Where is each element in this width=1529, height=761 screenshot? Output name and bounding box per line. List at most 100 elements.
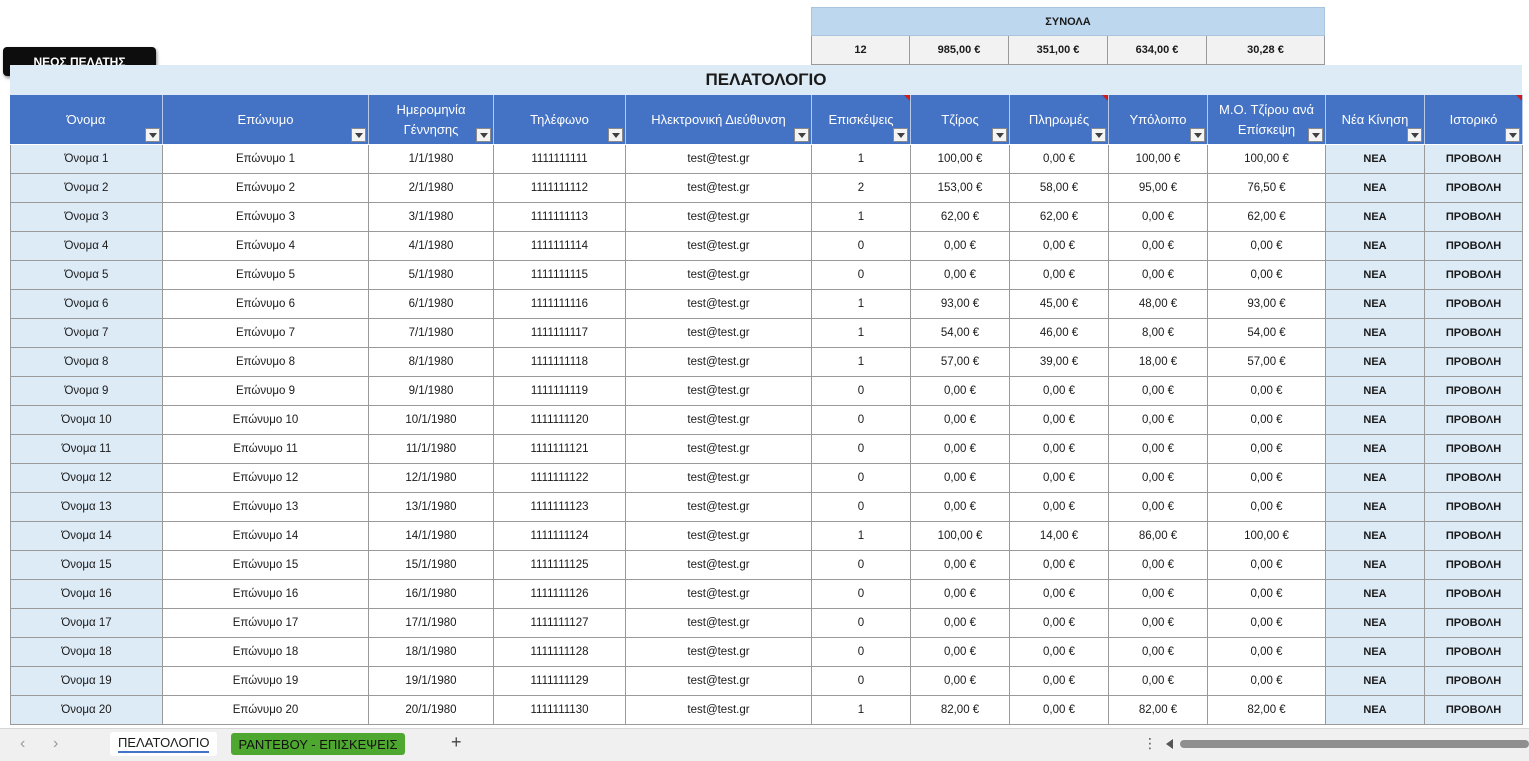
cell-first-name[interactable]: Όνομα 10	[10, 406, 163, 435]
cell-balance[interactable]: 0,00 €	[1109, 232, 1208, 261]
cell-email[interactable]: test@test.gr	[626, 493, 812, 522]
comment-indicator-icon[interactable]	[1516, 95, 1522, 101]
cell-phone[interactable]: 1111111115	[494, 261, 626, 290]
cell-first-name[interactable]: Όνομα 4	[10, 232, 163, 261]
cell-turnover[interactable]: 0,00 €	[911, 232, 1010, 261]
filter-dropdown-icon[interactable]	[1308, 128, 1323, 142]
cell-avg-turnover[interactable]: 0,00 €	[1208, 667, 1326, 696]
cell-avg-turnover[interactable]: 0,00 €	[1208, 551, 1326, 580]
cell-email[interactable]: test@test.gr	[626, 696, 812, 725]
cell-phone[interactable]: 1111111130	[494, 696, 626, 725]
cell-birth-date[interactable]: 12/1/1980	[369, 464, 494, 493]
cell-visits[interactable]: 1	[812, 522, 911, 551]
cell-balance[interactable]: 0,00 €	[1109, 203, 1208, 232]
cell-history-button[interactable]: ΠΡΟΒΟΛΗ	[1425, 609, 1523, 638]
cell-history-button[interactable]: ΠΡΟΒΟΛΗ	[1425, 319, 1523, 348]
cell-birth-date[interactable]: 2/1/1980	[369, 174, 494, 203]
cell-last-name[interactable]: Επώνυμο 14	[163, 522, 369, 551]
cell-last-name[interactable]: Επώνυμο 3	[163, 203, 369, 232]
cell-payments[interactable]: 46,00 €	[1010, 319, 1109, 348]
cell-new-entry-button[interactable]: ΝΕΑ	[1326, 203, 1425, 232]
cell-history-button[interactable]: ΠΡΟΒΟΛΗ	[1425, 203, 1523, 232]
cell-avg-turnover[interactable]: 0,00 €	[1208, 232, 1326, 261]
cell-avg-turnover[interactable]: 82,00 €	[1208, 696, 1326, 725]
cell-avg-turnover[interactable]: 0,00 €	[1208, 435, 1326, 464]
cell-new-entry-button[interactable]: ΝΕΑ	[1326, 232, 1425, 261]
cell-new-entry-button[interactable]: ΝΕΑ	[1326, 493, 1425, 522]
cell-visits[interactable]: 0	[812, 464, 911, 493]
cell-turnover[interactable]: 0,00 €	[911, 406, 1010, 435]
cell-last-name[interactable]: Επώνυμο 11	[163, 435, 369, 464]
cell-avg-turnover[interactable]: 57,00 €	[1208, 348, 1326, 377]
cell-email[interactable]: test@test.gr	[626, 551, 812, 580]
cell-payments[interactable]: 0,00 €	[1010, 696, 1109, 725]
cell-first-name[interactable]: Όνομα 13	[10, 493, 163, 522]
cell-history-button[interactable]: ΠΡΟΒΟΛΗ	[1425, 464, 1523, 493]
cell-phone[interactable]: 1111111121	[494, 435, 626, 464]
cell-email[interactable]: test@test.gr	[626, 290, 812, 319]
cell-last-name[interactable]: Επώνυμο 7	[163, 319, 369, 348]
cell-visits[interactable]: 2	[812, 174, 911, 203]
filter-dropdown-icon[interactable]	[1407, 128, 1422, 142]
cell-email[interactable]: test@test.gr	[626, 522, 812, 551]
cell-payments[interactable]: 0,00 €	[1010, 609, 1109, 638]
cell-history-button[interactable]: ΠΡΟΒΟΛΗ	[1425, 667, 1523, 696]
cell-email[interactable]: test@test.gr	[626, 609, 812, 638]
cell-turnover[interactable]: 0,00 €	[911, 609, 1010, 638]
cell-phone[interactable]: 1111111122	[494, 464, 626, 493]
cell-payments[interactable]: 58,00 €	[1010, 174, 1109, 203]
cell-first-name[interactable]: Όνομα 6	[10, 290, 163, 319]
totals-balance[interactable]: 634,00 €	[1108, 36, 1207, 65]
cell-turnover[interactable]: 0,00 €	[911, 435, 1010, 464]
cell-visits[interactable]: 1	[812, 319, 911, 348]
cell-birth-date[interactable]: 6/1/1980	[369, 290, 494, 319]
cell-balance[interactable]: 0,00 €	[1109, 377, 1208, 406]
cell-visits[interactable]: 1	[812, 145, 911, 174]
cell-turnover[interactable]: 93,00 €	[911, 290, 1010, 319]
cell-avg-turnover[interactable]: 0,00 €	[1208, 406, 1326, 435]
cell-birth-date[interactable]: 18/1/1980	[369, 638, 494, 667]
filter-dropdown-icon[interactable]	[992, 128, 1007, 142]
cell-turnover[interactable]: 0,00 €	[911, 464, 1010, 493]
filter-dropdown-icon[interactable]	[1091, 128, 1106, 142]
cell-phone[interactable]: 1111111111	[494, 145, 626, 174]
cell-birth-date[interactable]: 14/1/1980	[369, 522, 494, 551]
cell-balance[interactable]: 0,00 €	[1109, 580, 1208, 609]
cell-new-entry-button[interactable]: ΝΕΑ	[1326, 261, 1425, 290]
cell-history-button[interactable]: ΠΡΟΒΟΛΗ	[1425, 348, 1523, 377]
cell-first-name[interactable]: Όνομα 1	[10, 145, 163, 174]
comment-indicator-icon[interactable]	[904, 95, 910, 101]
cell-last-name[interactable]: Επώνυμο 4	[163, 232, 369, 261]
cell-new-entry-button[interactable]: ΝΕΑ	[1326, 464, 1425, 493]
cell-last-name[interactable]: Επώνυμο 17	[163, 609, 369, 638]
cell-new-entry-button[interactable]: ΝΕΑ	[1326, 348, 1425, 377]
cell-payments[interactable]: 0,00 €	[1010, 464, 1109, 493]
cell-turnover[interactable]: 153,00 €	[911, 174, 1010, 203]
cell-history-button[interactable]: ΠΡΟΒΟΛΗ	[1425, 290, 1523, 319]
cell-phone[interactable]: 1111111120	[494, 406, 626, 435]
cell-birth-date[interactable]: 17/1/1980	[369, 609, 494, 638]
cell-turnover[interactable]: 100,00 €	[911, 522, 1010, 551]
cell-phone[interactable]: 1111111116	[494, 290, 626, 319]
comment-indicator-icon[interactable]	[1102, 95, 1108, 101]
cell-birth-date[interactable]: 20/1/1980	[369, 696, 494, 725]
filter-dropdown-icon[interactable]	[1505, 128, 1520, 142]
cell-payments[interactable]: 62,00 €	[1010, 203, 1109, 232]
cell-history-button[interactable]: ΠΡΟΒΟΛΗ	[1425, 638, 1523, 667]
cell-new-entry-button[interactable]: ΝΕΑ	[1326, 522, 1425, 551]
cell-avg-turnover[interactable]: 0,00 €	[1208, 609, 1326, 638]
chevron-left-icon[interactable]: ‹	[20, 735, 25, 753]
cell-birth-date[interactable]: 4/1/1980	[369, 232, 494, 261]
cell-email[interactable]: test@test.gr	[626, 174, 812, 203]
cell-first-name[interactable]: Όνομα 12	[10, 464, 163, 493]
chevron-right-icon[interactable]: ›	[53, 735, 58, 753]
cell-phone[interactable]: 1111111125	[494, 551, 626, 580]
cell-visits[interactable]: 0	[812, 261, 911, 290]
cell-history-button[interactable]: ΠΡΟΒΟΛΗ	[1425, 377, 1523, 406]
tab-clients[interactable]: ΠΕΛΑΤΟΛΟΓΙΟ	[110, 732, 218, 756]
cell-balance[interactable]: 0,00 €	[1109, 406, 1208, 435]
cell-first-name[interactable]: Όνομα 14	[10, 522, 163, 551]
cell-phone[interactable]: 1111111123	[494, 493, 626, 522]
cell-turnover[interactable]: 0,00 €	[911, 261, 1010, 290]
cell-email[interactable]: test@test.gr	[626, 406, 812, 435]
